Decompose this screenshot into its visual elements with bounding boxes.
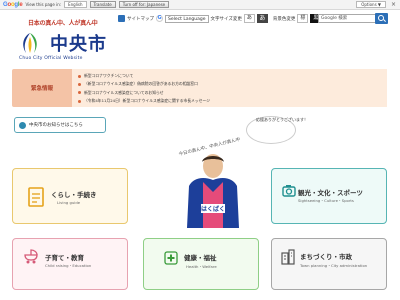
emergency-info: 緊急情報 新型コロナワクチンについて （新型コロナウイルス感染症）偽病院の回答が… xyxy=(12,69,387,107)
card-kanko-title: 観光・文化・スポーツ xyxy=(298,189,363,197)
logo-subtitle: Chuo City Official Website xyxy=(19,56,83,61)
info-icon xyxy=(19,121,26,129)
card-kosodate-subtitle: Child raising・Education xyxy=(45,263,92,268)
speech-bubble-text: 応援ありがとうございます！ xyxy=(256,117,308,122)
sitemap-link[interactable]: サイトマップ xyxy=(127,16,154,22)
card-kurashi-title: くらし・手続き xyxy=(51,191,97,199)
card-kurashi-subtitle: Living guide xyxy=(57,200,81,205)
tagline: 日本の真ん中、人が真ん中 xyxy=(28,20,98,27)
page: Google View this page in: English Transl… xyxy=(0,0,400,300)
news-button[interactable]: 中央市のお知らせはこちら xyxy=(14,117,106,133)
card-machi-subtitle: Town planning・City administration xyxy=(300,263,368,268)
emergency-list: 新型コロナワクチンについて （新型コロナウイルス感染症）偽病院の回答があるお方の… xyxy=(72,69,387,107)
translate-select[interactable]: Select Language xyxy=(165,14,209,23)
search-icon[interactable] xyxy=(375,13,388,24)
card-machi[interactable]: まちづくり・市政 Town planning・City administrati… xyxy=(271,238,387,290)
google-logo: Google xyxy=(3,1,23,8)
card-kenko-title: 健康・福祉 xyxy=(184,254,217,262)
language-select[interactable]: English xyxy=(64,1,87,8)
emergency-item[interactable]: 新型コロナワクチンについて xyxy=(78,72,381,80)
camera-icon xyxy=(282,185,296,197)
card-kanko-subtitle: Sightseeing・Culture・Sports xyxy=(298,198,354,203)
card-kenko[interactable]: 健康・福祉 Health・Welfare xyxy=(143,238,259,290)
card-kurashi[interactable]: くらし・手続き Living guide xyxy=(12,168,128,224)
turn-off-button[interactable]: Turn off for: Japanese xyxy=(118,1,170,8)
logo-text[interactable]: 中央市 xyxy=(50,30,107,56)
header-toolbar: サイトマップ G Select Language 文字サイズ変更 あ あ 背景色… xyxy=(118,14,335,23)
card-kosodate-title: 子育て・教育 xyxy=(45,254,84,262)
contrast-standard-button[interactable]: 標 xyxy=(297,14,309,23)
card-kenko-subtitle: Health・Welfare xyxy=(186,264,217,269)
contrast-label: 背景色変更 xyxy=(272,16,296,22)
city-logo-icon[interactable] xyxy=(17,31,43,55)
options-button[interactable]: Options ▼ xyxy=(356,1,386,8)
card-kanko[interactable]: 観光・文化・スポーツ Sightseeing・Culture・Sports xyxy=(271,168,387,224)
google-g-icon: G xyxy=(156,15,163,22)
card-machi-title: まちづくり・市政 xyxy=(300,253,352,261)
google-translate-bar: Google View this page in: English Transl… xyxy=(0,0,400,10)
baby-carriage-icon xyxy=(24,249,38,264)
translate-button[interactable]: Translate xyxy=(89,1,116,8)
sitemap-icon xyxy=(118,15,125,22)
emergency-item[interactable]: （新型コロナウイルス感染症）偽病院の回答があるお方の相談窓口 xyxy=(78,80,381,88)
building-icon xyxy=(281,249,295,265)
svg-text:はくばく: はくばく xyxy=(201,205,225,213)
document-icon xyxy=(28,187,44,207)
font-size-large-button[interactable]: あ xyxy=(256,14,268,23)
card-kosodate[interactable]: 子育て・教育 Child raising・Education xyxy=(12,238,128,290)
translate-prompt: View this page in: xyxy=(25,2,62,7)
emergency-item[interactable]: 新型コロナウイルス感染症についてのお知らせ xyxy=(78,89,381,97)
font-size-normal-button[interactable]: あ xyxy=(243,14,255,23)
medical-cross-icon xyxy=(164,251,178,265)
emergency-label: 緊急情報 xyxy=(12,69,72,107)
soccer-player-image: はくばく xyxy=(187,154,239,228)
emergency-item[interactable]: （令和4年11月24日）新型コロナウイルス感染症に関する市長メッセージ xyxy=(78,97,381,105)
news-button-label: 中央市のお知らせはこちら xyxy=(29,123,83,128)
close-icon[interactable]: × xyxy=(391,1,396,8)
font-size-label: 文字サイズ変更 xyxy=(210,16,242,22)
